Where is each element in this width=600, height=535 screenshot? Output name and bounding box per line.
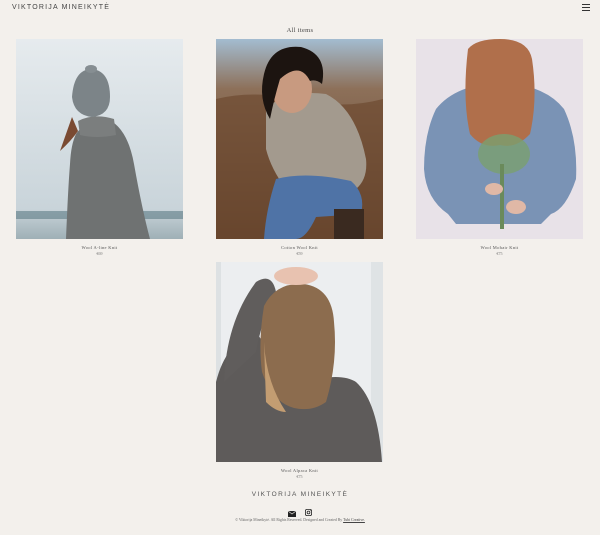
product-name[interactable]: Wool A-line Knit [16,245,183,250]
product-price: €69 [96,251,103,256]
header: VIKTORIJA MINEIKYTĖ [0,0,600,18]
copyright-notice: © Viktorija Mineikytė. All Rights Reserv… [0,518,600,522]
product-name[interactable]: Cotton Wool Knit [216,245,383,250]
product-price: €75 [296,474,303,479]
brand-logo[interactable]: VIKTORIJA MINEIKYTĖ [12,4,110,11]
credit-link[interactable]: Tubi Creative. [343,518,365,522]
page-title: All items [286,27,314,34]
product-card[interactable]: Wool A-line Knit €69 [16,39,183,256]
instagram-icon[interactable] [305,503,312,516]
product-image[interactable] [216,262,383,462]
product-price: €59 [296,251,303,256]
product-card[interactable]: Cotton Wool Knit €59 [216,39,383,256]
product-card[interactable]: Wool Mohair Knit €75 [416,39,583,256]
product-image[interactable] [16,39,183,239]
product-image[interactable] [216,39,383,239]
footer-logo[interactable]: VIKTORIJA MINEIKYTĖ [0,491,600,498]
product-image[interactable] [416,39,583,239]
product-name[interactable]: Wool Mohair Knit [416,245,583,250]
social-links [0,503,600,517]
product-name[interactable]: Wool Alpaca Knit [216,468,383,473]
hamburger-menu-icon[interactable] [582,4,590,12]
copyright-text: © Viktorija Mineikytė. All Rights Reserv… [235,518,343,522]
envelope-icon[interactable] [287,504,297,517]
product-card[interactable]: Wool Alpaca Knit €75 [216,262,383,479]
product-price: €75 [496,251,503,256]
